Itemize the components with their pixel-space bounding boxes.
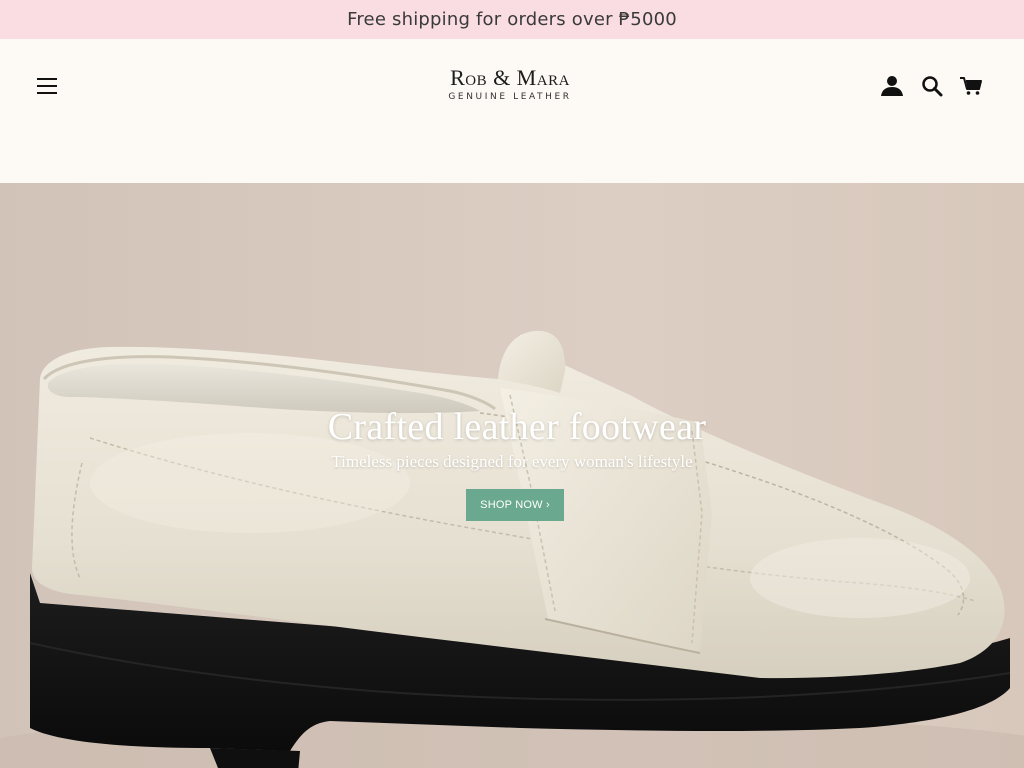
announcement-text: Free shipping for orders over ₱5000	[347, 9, 677, 30]
hero-content: Crafted leather footwear Timeless pieces…	[0, 405, 1024, 521]
site-logo[interactable]: Rob & Mara GENUINE LEATHER	[412, 65, 608, 109]
hero-subtitle: Timeless pieces designed for every woman…	[331, 452, 693, 471]
search-icon[interactable]	[919, 73, 945, 99]
shop-now-button[interactable]: SHOP NOW ›	[466, 489, 564, 521]
site-header: Rob & Mara GENUINE LEATHER	[0, 39, 1024, 183]
hero-title: Crafted leather footwear	[327, 406, 707, 448]
logo-brand: Rob & Mara	[450, 65, 570, 90]
announcement-bar: Free shipping for orders over ₱5000	[0, 0, 1024, 39]
cart-icon[interactable]	[958, 73, 984, 99]
hero-banner: Crafted leather footwear Timeless pieces…	[0, 183, 1024, 768]
account-icon[interactable]	[879, 73, 905, 99]
logo-tagline: GENUINE LEATHER	[448, 92, 572, 102]
hamburger-menu-icon[interactable]	[30, 71, 64, 101]
